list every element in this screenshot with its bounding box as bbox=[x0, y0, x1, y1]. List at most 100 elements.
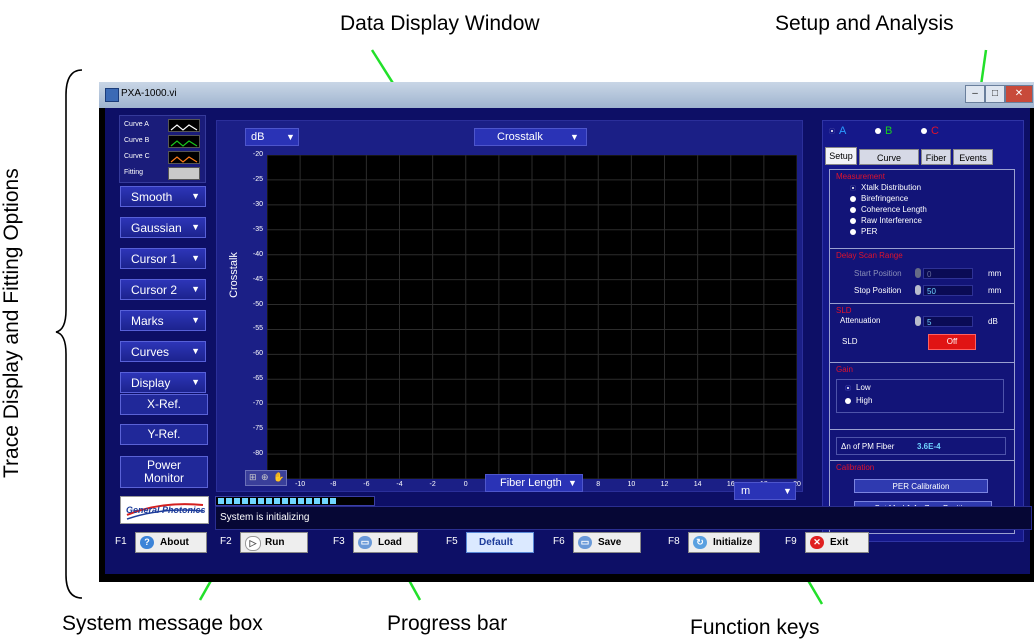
pan-icon: ⊕ bbox=[261, 472, 269, 482]
start-position-knob-icon[interactable] bbox=[915, 268, 921, 278]
legend-swatch-icon bbox=[168, 119, 200, 132]
function-button-run[interactable]: ▷ Run bbox=[240, 532, 308, 553]
x-tick-label: -10 bbox=[295, 481, 306, 488]
function-button-text: Save bbox=[598, 537, 622, 548]
x-axis-select[interactable]: Fiber Length ▼ bbox=[485, 474, 583, 492]
sld-section: SLD Attenuation 5 dB SLD Off bbox=[829, 303, 1015, 363]
progress-segment bbox=[330, 498, 336, 504]
help-icon: ? bbox=[140, 536, 154, 549]
x-tick-label: -6 bbox=[363, 481, 370, 488]
channel-label: C bbox=[931, 125, 939, 137]
attenuation-knob-icon[interactable] bbox=[915, 316, 921, 326]
radio-icon bbox=[850, 217, 856, 224]
y-tick-label: -80 bbox=[252, 450, 263, 458]
tab-fiber[interactable]: Fiber bbox=[921, 149, 951, 165]
tab-events[interactable]: Events bbox=[953, 149, 993, 165]
display-mode-select[interactable]: Crosstalk ▼ bbox=[474, 128, 587, 146]
x-tick-label: 8 bbox=[596, 481, 601, 488]
measurement-option[interactable]: Xtalk Distribution bbox=[850, 183, 921, 192]
start-position-label: Start Position bbox=[854, 269, 902, 278]
function-button-exit[interactable]: ✕ Exit bbox=[805, 532, 869, 553]
gain-high-label: High bbox=[856, 396, 873, 405]
plot-area[interactable] bbox=[266, 154, 798, 480]
stop-position-knob-icon[interactable] bbox=[915, 285, 921, 295]
menu-dropdown-label: Display bbox=[131, 376, 171, 390]
channel-radio-b[interactable]: B bbox=[875, 125, 892, 137]
sld-heading: SLD bbox=[836, 306, 852, 315]
stop-position-field[interactable]: 50 bbox=[923, 285, 973, 296]
maximize-button[interactable]: □ bbox=[985, 85, 1005, 103]
y-ref-button[interactable]: Y-Ref. bbox=[120, 424, 208, 445]
menu-dropdown-gaussian[interactable]: Gaussian ▼ bbox=[120, 217, 206, 238]
menu-dropdown-smooth[interactable]: Smooth ▼ bbox=[120, 186, 206, 207]
measurement-option[interactable]: Birefringence bbox=[850, 194, 908, 203]
company-logo: General Photonics bbox=[120, 496, 209, 524]
measurement-option-label: Birefringence bbox=[861, 194, 909, 203]
chevron-down-icon: ▼ bbox=[191, 284, 200, 294]
graph-palette[interactable]: ⊞ ⊕ ✋ bbox=[245, 470, 287, 486]
logo-text: General Photonics bbox=[126, 505, 206, 515]
measurement-option[interactable]: Coherence Length bbox=[850, 205, 927, 214]
channel-radio-a[interactable]: A bbox=[829, 125, 846, 137]
chevron-down-icon: ▼ bbox=[286, 132, 295, 142]
progress-segment bbox=[266, 498, 272, 504]
brace-icon bbox=[55, 69, 83, 599]
sld-toggle[interactable]: Off bbox=[928, 334, 976, 350]
menu-dropdown-cursor-2[interactable]: Cursor 2 ▼ bbox=[120, 279, 206, 300]
legend-label: Fitting bbox=[124, 169, 144, 176]
menu-dropdown-label: Marks bbox=[131, 314, 164, 328]
channel-radio-c[interactable]: C bbox=[921, 125, 939, 137]
play-icon: ▷ bbox=[245, 536, 261, 551]
menu-dropdown-cursor-1[interactable]: Cursor 1 ▼ bbox=[120, 248, 206, 269]
function-button-default[interactable]: Default bbox=[466, 532, 534, 553]
delay-scan-section: Delay Scan Range Start Position 0 mm Sto… bbox=[829, 248, 1015, 304]
measurement-option[interactable]: PER bbox=[850, 227, 877, 236]
fiber-index-value[interactable]: 3.6E-4 bbox=[917, 442, 941, 451]
gain-heading: Gain bbox=[836, 365, 853, 374]
function-button-text: Load bbox=[378, 537, 402, 548]
function-button-save[interactable]: ▭ Save bbox=[573, 532, 641, 553]
progress-segment bbox=[218, 498, 224, 504]
menu-dropdown-marks[interactable]: Marks ▼ bbox=[120, 310, 206, 331]
tab-curve-analysis[interactable]: Curve Analysis bbox=[859, 149, 919, 179]
progress-segment bbox=[290, 498, 296, 504]
gain-low-radio[interactable]: Low bbox=[845, 383, 871, 392]
menu-dropdown-curves[interactable]: Curves ▼ bbox=[120, 341, 206, 362]
minimize-button[interactable]: – bbox=[965, 85, 985, 103]
menu-dropdown-display[interactable]: Display ▼ bbox=[120, 372, 206, 393]
cursor-tool-icon: ✋ bbox=[273, 472, 285, 482]
fiber-index-label: Δn of PM Fiber bbox=[841, 442, 895, 451]
measurement-option[interactable]: Raw Interference bbox=[850, 216, 922, 225]
tab-setup[interactable]: Setup bbox=[825, 147, 857, 165]
start-position-field[interactable]: 0 bbox=[923, 268, 973, 279]
menu-dropdown-label: Curves bbox=[131, 345, 170, 359]
refresh-icon: ↻ bbox=[693, 536, 707, 549]
y-tick-label: -60 bbox=[252, 350, 263, 358]
per-calibration-button[interactable]: PER Calibration bbox=[854, 479, 988, 493]
progress-segment bbox=[298, 498, 304, 504]
radio-icon bbox=[875, 128, 881, 135]
display-mode-value: Crosstalk bbox=[497, 131, 543, 143]
measurement-option-label: PER bbox=[861, 227, 878, 236]
function-button-about[interactable]: ? About bbox=[135, 532, 207, 553]
power-monitor-button[interactable]: Power Monitor bbox=[120, 456, 208, 488]
attenuation-field[interactable]: 5 bbox=[923, 316, 973, 327]
close-button[interactable]: ✕ bbox=[1005, 85, 1033, 103]
y-unit-select[interactable]: dB ▼ bbox=[245, 128, 299, 146]
function-button-initialize[interactable]: ↻ Initialize bbox=[688, 532, 760, 553]
radio-icon bbox=[850, 184, 856, 191]
y-tick-label: -70 bbox=[252, 400, 263, 408]
x-unit-value: m bbox=[741, 485, 751, 497]
x-ref-button[interactable]: X-Ref. bbox=[120, 394, 208, 415]
sld-label: SLD bbox=[842, 337, 858, 346]
progress-segment bbox=[250, 498, 256, 504]
gain-high-radio[interactable]: High bbox=[845, 396, 872, 405]
function-button-text: Run bbox=[265, 537, 285, 548]
y-tick-label: -25 bbox=[252, 175, 263, 183]
progress-segment bbox=[306, 498, 312, 504]
x-unit-select[interactable]: m ▼ bbox=[734, 482, 796, 500]
radio-icon bbox=[829, 128, 835, 135]
y-tick-label: -20 bbox=[252, 151, 263, 158]
function-button-load[interactable]: ▭ Load bbox=[353, 532, 418, 553]
radio-icon bbox=[921, 128, 927, 135]
